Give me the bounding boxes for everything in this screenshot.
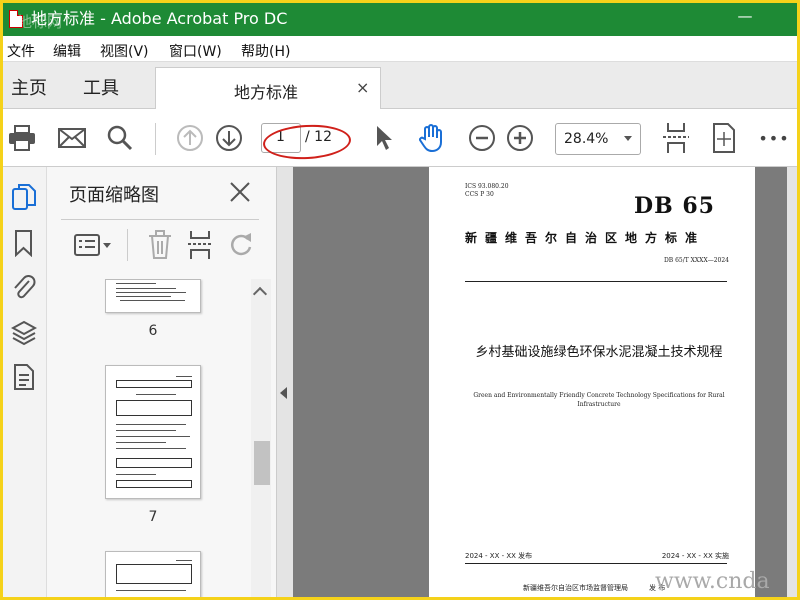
standard-number: DB 65/T XXXX—2024 <box>663 257 729 264</box>
thumbnail-page[interactable] <box>105 551 201 597</box>
zoom-in-icon[interactable] <box>503 121 537 155</box>
menu-help[interactable]: 帮助(H) <box>241 41 290 61</box>
title-bar: 地标网 地方标准 - Adobe Acrobat Pro DC — <box>3 3 797 36</box>
close-tab-button[interactable]: × <box>356 78 369 97</box>
thumbnail-scrollbar[interactable] <box>251 279 271 597</box>
ccs-code: CCS P 30 <box>465 191 494 198</box>
window-title: 地方标准 - Adobe Acrobat Pro DC <box>31 9 288 28</box>
full-screen-icon[interactable] <box>707 121 741 155</box>
document-info-icon[interactable] <box>11 363 37 390</box>
attachment-icon[interactable] <box>11 273 37 299</box>
left-rail <box>3 167 47 597</box>
layers-icon[interactable] <box>10 319 38 346</box>
delete-page-icon[interactable] <box>147 229 173 261</box>
thumbnail-page[interactable] <box>105 279 201 313</box>
thumbnail-page[interactable] <box>105 365 201 499</box>
publish-date: 2024 - XX - XX 发布 <box>465 552 533 560</box>
acrobat-window: 地标网 地方标准 - Adobe Acrobat Pro DC — 文件 编辑 … <box>3 3 797 597</box>
chevron-down-icon <box>624 136 632 141</box>
panel-divider <box>61 219 259 220</box>
watermark-bottom: www.cnda <box>655 569 770 594</box>
panel-title: 页面缩略图 <box>69 185 159 206</box>
menu-edit[interactable]: 编辑 <box>53 41 81 61</box>
panel-tool-divider <box>127 229 128 261</box>
thumbnail-page-number: 6 <box>148 323 158 339</box>
bookmark-icon[interactable] <box>11 229 37 258</box>
document-view[interactable]: ICS 93.080.20 CCS P 30 DB 65 新疆维吾尔自治区地方标… <box>277 167 797 597</box>
tab-home[interactable]: 主页 <box>11 74 47 100</box>
thumbnail-page-number: 7 <box>148 509 158 525</box>
rotate-page-icon[interactable] <box>227 229 255 261</box>
menu-file[interactable]: 文件 <box>7 41 35 61</box>
page-background: ICS 93.080.20 CCS P 30 DB 65 新疆维吾尔自治区地方标… <box>293 167 787 597</box>
minimize-button[interactable]: — <box>725 7 765 25</box>
hand-tool-icon[interactable] <box>415 121 449 155</box>
menu-bar: 文件 编辑 视图(V) 窗口(W) 帮助(H) <box>3 36 797 62</box>
close-icon[interactable] <box>225 177 255 207</box>
thumbnail-options-icon[interactable] <box>73 229 113 261</box>
zoom-dropdown[interactable]: 28.4% <box>555 123 641 155</box>
collapse-panel-icon[interactable] <box>280 387 287 399</box>
zoom-value: 28.4% <box>564 131 609 147</box>
more-tools-button[interactable]: ••• <box>757 121 791 155</box>
toolbar: 1 / 12 28.4% ••• <box>3 109 797 167</box>
toolbar-divider <box>155 123 156 155</box>
next-page-icon[interactable] <box>212 121 246 155</box>
scrollbar-thumb[interactable] <box>254 441 270 485</box>
implement-date: 2024 - XX - XX 实施 <box>661 552 729 560</box>
insert-page-icon[interactable] <box>187 229 213 261</box>
tab-tools[interactable]: 工具 <box>83 74 119 100</box>
page-display-icon[interactable] <box>659 121 693 155</box>
page-thumbnails-icon[interactable] <box>11 183 37 210</box>
print-icon[interactable] <box>5 121 39 155</box>
email-icon[interactable] <box>55 121 89 155</box>
tab-document[interactable]: 地方标准 × <box>155 67 381 110</box>
select-cursor-icon[interactable] <box>367 121 401 155</box>
zoom-out-icon[interactable] <box>465 121 499 155</box>
menu-view[interactable]: 视图(V) <box>100 41 149 61</box>
standard-name: 新疆维吾尔自治区地方标准 <box>465 231 706 245</box>
pdf-page: ICS 93.080.20 CCS P 30 DB 65 新疆维吾尔自治区地方标… <box>429 167 755 597</box>
scroll-up-icon[interactable] <box>252 286 268 302</box>
menu-window[interactable]: 窗口(W) <box>169 41 222 61</box>
header-rule <box>465 281 727 282</box>
tab-row: 主页 工具 地方标准 × <box>3 62 797 110</box>
ics-code: ICS 93.080.20 <box>465 183 509 190</box>
page-thumbnails-panel: 页面缩略图 6 7 <box>47 167 277 597</box>
document-title-cn: 乡村基础设施绿色环保水泥混凝土技术规程 <box>475 345 723 360</box>
thumbnail-list: 6 7 <box>47 279 247 597</box>
footer-rule <box>465 563 727 564</box>
document-tab-label: 地方标准 <box>234 83 299 102</box>
previous-page-icon[interactable] <box>173 121 207 155</box>
search-icon[interactable] <box>103 121 137 155</box>
db-mark: DB 65 <box>634 193 715 219</box>
document-title-en: Green and Environmentally Friendly Concr… <box>473 392 725 408</box>
publisher: 新疆维吾尔自治区市场监督管理局 <box>523 584 628 592</box>
